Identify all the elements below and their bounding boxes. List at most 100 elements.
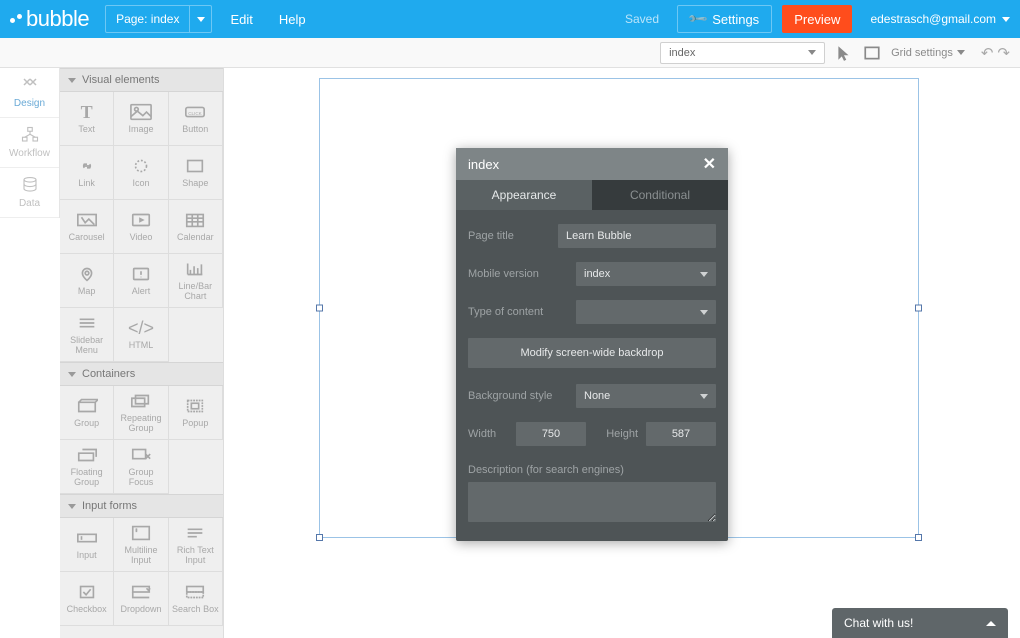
tab-design-label: Design bbox=[14, 98, 45, 109]
resize-handle-right[interactable] bbox=[915, 305, 922, 312]
user-email: edestrasch@gmail.com bbox=[870, 12, 996, 26]
resize-handle-left[interactable] bbox=[316, 305, 323, 312]
palette-html[interactable]: </>HTML bbox=[114, 308, 168, 362]
checkbox-icon bbox=[76, 583, 98, 601]
palette-richtext[interactable]: Rich Text Input bbox=[169, 518, 223, 572]
palette-icon[interactable]: Icon bbox=[114, 146, 168, 200]
caret-down-icon bbox=[700, 310, 708, 315]
tab-conditional[interactable]: Conditional bbox=[592, 180, 728, 210]
secondary-toolbar: index Grid settings ↶ ↷ bbox=[0, 38, 1020, 68]
accordion-visual[interactable]: Visual elements bbox=[60, 68, 223, 92]
mobile-version-value: index bbox=[584, 268, 610, 280]
edit-menu[interactable]: Edit bbox=[222, 12, 260, 27]
searchbox-icon bbox=[184, 583, 206, 601]
property-panel-header[interactable]: index ✕ bbox=[456, 148, 728, 180]
palette-image[interactable]: Image bbox=[114, 92, 168, 146]
cursor-tool[interactable] bbox=[835, 44, 853, 62]
type-of-content-select[interactable] bbox=[576, 300, 716, 324]
preview-label: Preview bbox=[794, 12, 840, 27]
caret-down-icon bbox=[1002, 17, 1010, 22]
description-textarea[interactable] bbox=[468, 482, 716, 522]
tab-workflow[interactable]: Workflow bbox=[0, 118, 59, 168]
video-icon bbox=[130, 211, 152, 229]
palette-text[interactable]: TText bbox=[60, 92, 114, 146]
topbar: bubble Page: index Edit Help Saved 🔧 Set… bbox=[0, 0, 1020, 38]
redo-button[interactable]: ↷ bbox=[997, 44, 1010, 62]
resize-handle-br[interactable] bbox=[915, 534, 922, 541]
left-tabs: Design Workflow Data bbox=[0, 68, 60, 218]
map-icon bbox=[76, 265, 98, 283]
grid-settings-label: Grid settings bbox=[891, 47, 953, 59]
palette-link[interactable]: Link bbox=[60, 146, 114, 200]
repeating-group-icon bbox=[130, 392, 152, 410]
palette-button[interactable]: CLICKButton bbox=[169, 92, 223, 146]
preview-button[interactable]: Preview bbox=[782, 5, 852, 33]
type-of-content-label: Type of content bbox=[468, 306, 568, 318]
palette-carousel[interactable]: Carousel bbox=[60, 200, 114, 254]
page-title-input[interactable] bbox=[558, 224, 716, 248]
settings-button[interactable]: 🔧 Settings bbox=[677, 5, 772, 33]
palette-searchbox[interactable]: Search Box bbox=[169, 572, 223, 626]
page-select-caret[interactable] bbox=[189, 6, 211, 32]
width-input[interactable] bbox=[516, 422, 586, 446]
user-menu[interactable]: edestrasch@gmail.com bbox=[870, 12, 1010, 26]
tab-appearance[interactable]: Appearance bbox=[456, 180, 592, 210]
help-menu[interactable]: Help bbox=[271, 12, 314, 27]
palette-repeating-group[interactable]: Repeating Group bbox=[114, 386, 168, 440]
accordion-inputs[interactable]: Input forms bbox=[60, 494, 223, 518]
palette-slidebar[interactable]: Slidebar Menu bbox=[60, 308, 114, 362]
palette-chart[interactable]: Line/Bar Chart bbox=[169, 254, 223, 308]
palette-popup[interactable]: Popup bbox=[169, 386, 223, 440]
property-panel: index ✕ Appearance Conditional Page titl… bbox=[456, 148, 728, 541]
height-input[interactable] bbox=[646, 422, 716, 446]
description-label: Description (for search engines) bbox=[468, 464, 716, 476]
shape-tool[interactable] bbox=[863, 44, 881, 62]
accordion-containers[interactable]: Containers bbox=[60, 362, 223, 386]
tab-data[interactable]: Data bbox=[0, 168, 59, 218]
icon-icon bbox=[130, 157, 152, 175]
html-icon: </> bbox=[128, 319, 154, 337]
settings-label: Settings bbox=[712, 12, 759, 27]
modify-backdrop-button[interactable]: Modify screen-wide backdrop bbox=[468, 338, 716, 368]
grid-settings[interactable]: Grid settings bbox=[891, 47, 965, 59]
caret-down-icon bbox=[957, 50, 965, 55]
wrench-icon: 🔧 bbox=[687, 8, 710, 31]
chat-widget[interactable]: Chat with us! bbox=[832, 608, 1008, 638]
richtext-icon bbox=[184, 524, 206, 542]
page-select[interactable]: Page: index bbox=[105, 5, 212, 33]
tab-design[interactable]: Design bbox=[0, 68, 59, 118]
palette-dropdown[interactable]: Dropdown bbox=[114, 572, 168, 626]
undo-button[interactable]: ↶ bbox=[981, 44, 994, 62]
close-icon[interactable]: ✕ bbox=[703, 154, 716, 174]
caret-down-icon bbox=[700, 394, 708, 399]
resize-handle-bl[interactable] bbox=[316, 534, 323, 541]
palette-input[interactable]: Input bbox=[60, 518, 114, 572]
palette: Visual elements TText Image CLICKButton … bbox=[60, 68, 224, 638]
chart-icon bbox=[184, 260, 206, 278]
palette-video[interactable]: Video bbox=[114, 200, 168, 254]
palette-floating-group[interactable]: Floating Group bbox=[60, 440, 114, 494]
palette-map[interactable]: Map bbox=[60, 254, 114, 308]
slidebar-icon bbox=[76, 314, 98, 332]
floating-group-icon bbox=[76, 446, 98, 464]
mobile-version-select[interactable]: index bbox=[576, 262, 716, 286]
logo[interactable]: bubble bbox=[10, 6, 89, 32]
view-dropdown-value: index bbox=[669, 47, 695, 59]
calendar-icon bbox=[184, 211, 206, 229]
palette-multiline[interactable]: Multiline Input bbox=[114, 518, 168, 572]
caret-down-icon bbox=[808, 50, 816, 55]
view-dropdown[interactable]: index bbox=[660, 42, 825, 64]
palette-alert[interactable]: Alert bbox=[114, 254, 168, 308]
image-icon bbox=[130, 103, 152, 121]
background-style-select[interactable]: None bbox=[576, 384, 716, 408]
logo-text: bubble bbox=[26, 6, 89, 32]
logo-icon bbox=[10, 12, 24, 26]
palette-shape[interactable]: Shape bbox=[169, 146, 223, 200]
caret-down-icon bbox=[700, 272, 708, 277]
background-style-label: Background style bbox=[468, 390, 568, 402]
palette-checkbox[interactable]: Checkbox bbox=[60, 572, 114, 626]
palette-group-focus[interactable]: Group Focus bbox=[114, 440, 168, 494]
tab-data-label: Data bbox=[19, 198, 40, 209]
palette-group[interactable]: Group bbox=[60, 386, 114, 440]
palette-calendar[interactable]: Calendar bbox=[169, 200, 223, 254]
